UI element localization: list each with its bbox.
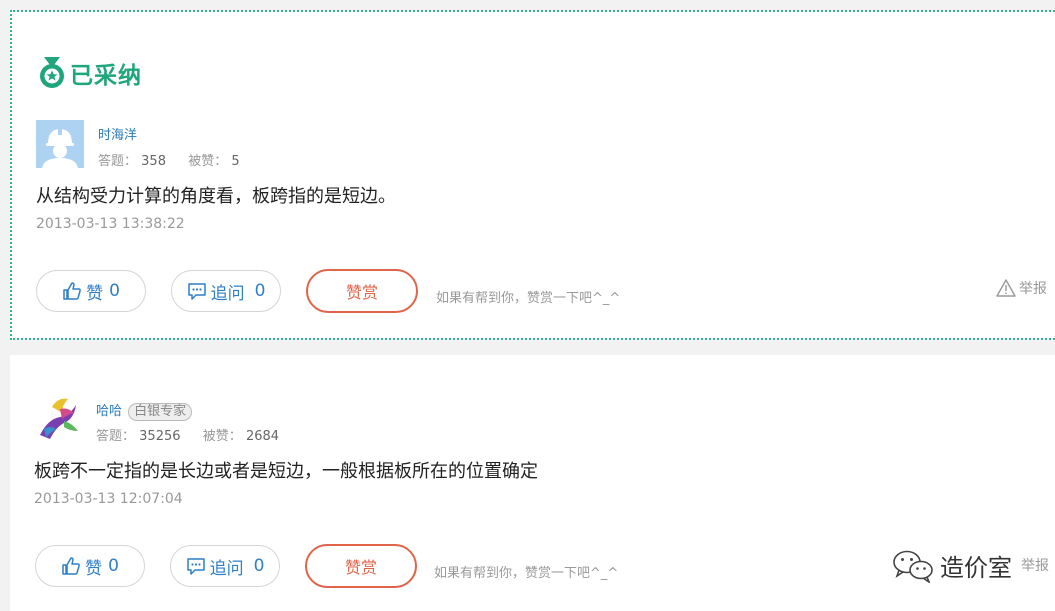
reward-button[interactable]: 赞赏 xyxy=(306,269,418,313)
followup-label: 追问 xyxy=(210,283,245,304)
accepted-badge-label: 已采纳 xyxy=(70,63,142,89)
answers-count: 358 xyxy=(141,154,166,169)
accepted-badge: 已采纳 xyxy=(38,56,142,90)
like-label: 赞 xyxy=(85,558,103,579)
medal-icon xyxy=(40,57,64,88)
reward-hint: 如果有帮到你，赞赏一下吧^_^ xyxy=(436,291,621,306)
likes-label: 被赞： xyxy=(202,429,242,444)
like-button[interactable]: 赞 0 xyxy=(35,545,145,587)
thumbs-up-icon xyxy=(62,557,80,575)
warning-icon xyxy=(996,279,1016,297)
pegasus-avatar-icon xyxy=(34,395,82,443)
answers-label: 答题： xyxy=(96,429,136,444)
answers-count: 35256 xyxy=(139,429,181,444)
answer-content: 从结构受力计算的角度看，板跨指的是短边。 xyxy=(36,186,396,207)
like-count: 0 xyxy=(108,556,119,576)
answer-timestamp: 2013-03-13 12:07:04 xyxy=(34,491,183,507)
answers-label: 答题： xyxy=(98,154,138,169)
avatar[interactable] xyxy=(36,120,84,168)
expert-level-badge: 白银专家 xyxy=(128,403,193,421)
followup-count: 0 xyxy=(253,556,265,576)
followup-button[interactable]: 追问 0 xyxy=(170,545,280,587)
avatar[interactable] xyxy=(34,395,82,443)
likes-count: 5 xyxy=(231,154,240,169)
report-link[interactable]: 举报 xyxy=(996,278,1047,298)
report-label: 举报 xyxy=(1021,558,1049,574)
thumbs-up-icon xyxy=(63,282,81,300)
like-label: 赞 xyxy=(86,283,104,304)
wechat-icon xyxy=(893,550,933,583)
likes-label: 被赞： xyxy=(188,154,228,169)
watermark-text: 造价室 xyxy=(940,554,1012,582)
user-stats: 答题： 358 被赞： 5 xyxy=(98,150,240,169)
report-label: 举报 xyxy=(1019,281,1047,297)
user-stats: 答题： 35256 被赞： 2684 xyxy=(96,425,279,444)
answer-card-accepted: 已采纳 时海洋 答题： 358 被赞： 5 从结构受力计算的角度看，板跨指的是短… xyxy=(10,10,1055,340)
followup-button[interactable]: 追问 0 xyxy=(171,270,281,312)
comment-icon xyxy=(187,283,206,300)
comment-icon xyxy=(186,558,205,575)
reward-hint: 如果有帮到你，赞赏一下吧^_^ xyxy=(434,566,619,581)
answer-timestamp: 2013-03-13 13:38:22 xyxy=(36,216,185,232)
like-count: 0 xyxy=(109,281,120,301)
followup-label: 追问 xyxy=(209,558,244,579)
report-link[interactable]: 举报 xyxy=(1021,555,1049,575)
reward-button[interactable]: 赞赏 xyxy=(305,544,417,588)
like-button[interactable]: 赞 0 xyxy=(36,270,146,312)
followup-count: 0 xyxy=(254,281,266,301)
default-avatar-icon xyxy=(36,120,84,168)
user-name[interactable]: 时海洋 xyxy=(98,124,137,143)
watermark: 造价室 xyxy=(892,548,1012,583)
user-name-row: 哈哈 白银专家 xyxy=(96,400,193,421)
likes-count: 2684 xyxy=(245,429,280,444)
user-name[interactable]: 哈哈 xyxy=(96,404,122,419)
answer-content: 板跨不一定指的是长边或者是短边，一般根据板所在的位置确定 xyxy=(34,461,538,482)
